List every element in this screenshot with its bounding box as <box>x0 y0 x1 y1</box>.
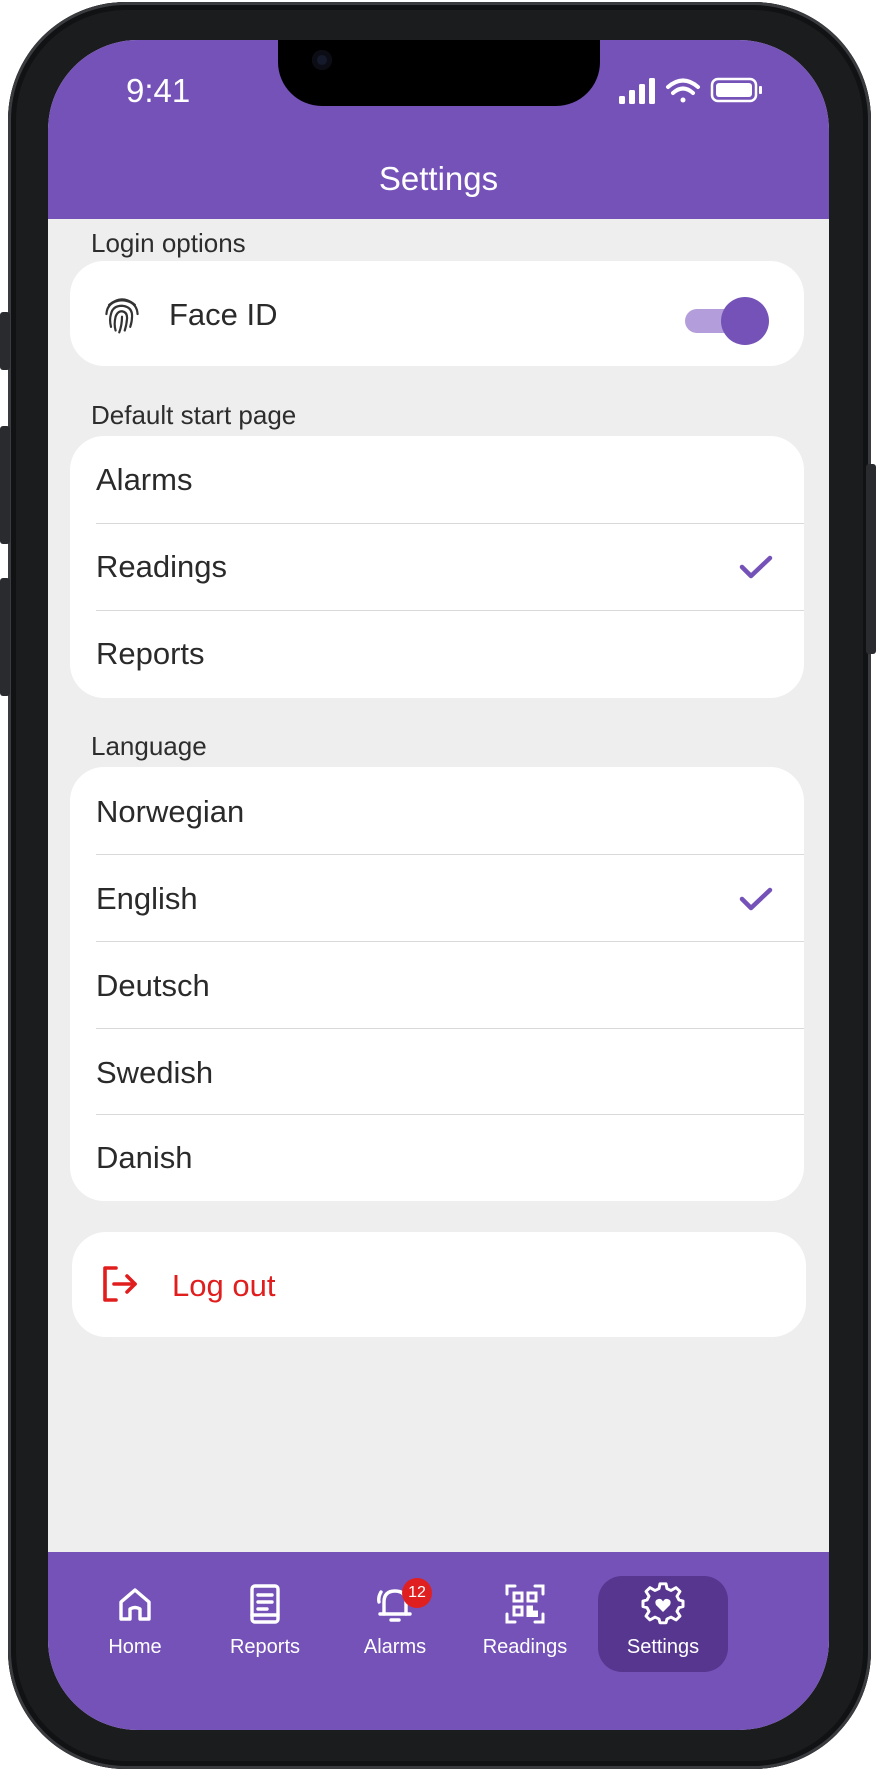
nav-label: Alarms <box>363 1636 427 1658</box>
option-label: Deutsch <box>96 968 210 1003</box>
nav-item-reports[interactable]: Reports <box>200 1552 330 1672</box>
section-label-login-options: Login options <box>91 228 246 258</box>
nav-label: Home <box>108 1636 162 1658</box>
side-button <box>0 578 10 696</box>
language-option-norwegian[interactable]: Norwegian <box>96 767 804 861</box>
nav-item-home[interactable]: Home <box>70 1552 200 1672</box>
option-label: Danish <box>96 1140 193 1175</box>
side-button <box>866 464 876 654</box>
nav-item-alarms[interactable]: 12 Alarms <box>330 1552 460 1672</box>
qr-code-icon <box>505 1584 545 1624</box>
option-label: Swedish <box>96 1055 214 1090</box>
language-card: Norwegian English Deutsch Swedish Danish <box>70 767 804 1201</box>
home-icon <box>119 1588 151 1621</box>
toggle-knob <box>721 297 769 345</box>
settings-gear-icon <box>641 1582 685 1625</box>
page-title: Settings <box>378 160 499 197</box>
option-label: Alarms <box>96 462 193 497</box>
section-label-language: Language <box>91 731 207 761</box>
default-start-page-card: Alarms Readings Reports <box>70 436 804 698</box>
checkmark-icon <box>739 887 773 911</box>
nav-label: Readings <box>482 1636 568 1658</box>
start-page-option-alarms[interactable]: Alarms <box>96 436 804 529</box>
reports-icon <box>250 1584 280 1624</box>
language-option-danish[interactable]: Danish <box>96 1109 804 1201</box>
logout-button[interactable]: Log out <box>72 1232 806 1337</box>
checkmark-icon <box>739 555 773 579</box>
cellular-signal-icon <box>619 78 655 104</box>
battery-icon <box>710 77 762 103</box>
nav-item-settings[interactable]: Settings <box>598 1552 728 1672</box>
nav-item-readings[interactable]: Readings <box>460 1552 590 1672</box>
side-button <box>0 312 10 370</box>
front-camera-icon <box>312 50 332 70</box>
bottom-navigation: Home Reports 12 Alarms Readings Settings <box>48 1552 829 1730</box>
nav-label: Settings <box>626 1636 700 1658</box>
language-option-deutsch[interactable]: Deutsch <box>96 937 804 1035</box>
camera-notch <box>278 40 600 106</box>
face-id-toggle[interactable] <box>70 261 804 366</box>
start-page-option-reports[interactable]: Reports <box>96 605 804 698</box>
phone-screen: 9:41 Settings Login options Face ID Defa… <box>48 40 829 1730</box>
status-icons <box>619 77 762 104</box>
option-label: Readings <box>96 549 227 584</box>
status-time: 9:41 <box>126 72 191 109</box>
language-option-swedish[interactable]: Swedish <box>96 1024 804 1122</box>
side-button <box>0 426 10 544</box>
logout-icon <box>103 1266 137 1302</box>
option-label: English <box>96 881 198 916</box>
language-option-english[interactable]: English <box>96 850 804 948</box>
login-options-card: Face ID <box>70 261 804 366</box>
section-label-default-start-page: Default start page <box>91 400 297 430</box>
nav-label: Reports <box>229 1636 301 1658</box>
logout-label: Log out <box>172 1268 276 1303</box>
alarms-count-badge: 12 <box>402 1578 432 1608</box>
option-label: Reports <box>96 636 205 671</box>
start-page-option-readings[interactable]: Readings <box>96 518 804 616</box>
wifi-icon <box>666 78 700 103</box>
top-app-bar: 9:41 Settings <box>48 40 829 219</box>
option-label: Norwegian <box>96 794 245 829</box>
